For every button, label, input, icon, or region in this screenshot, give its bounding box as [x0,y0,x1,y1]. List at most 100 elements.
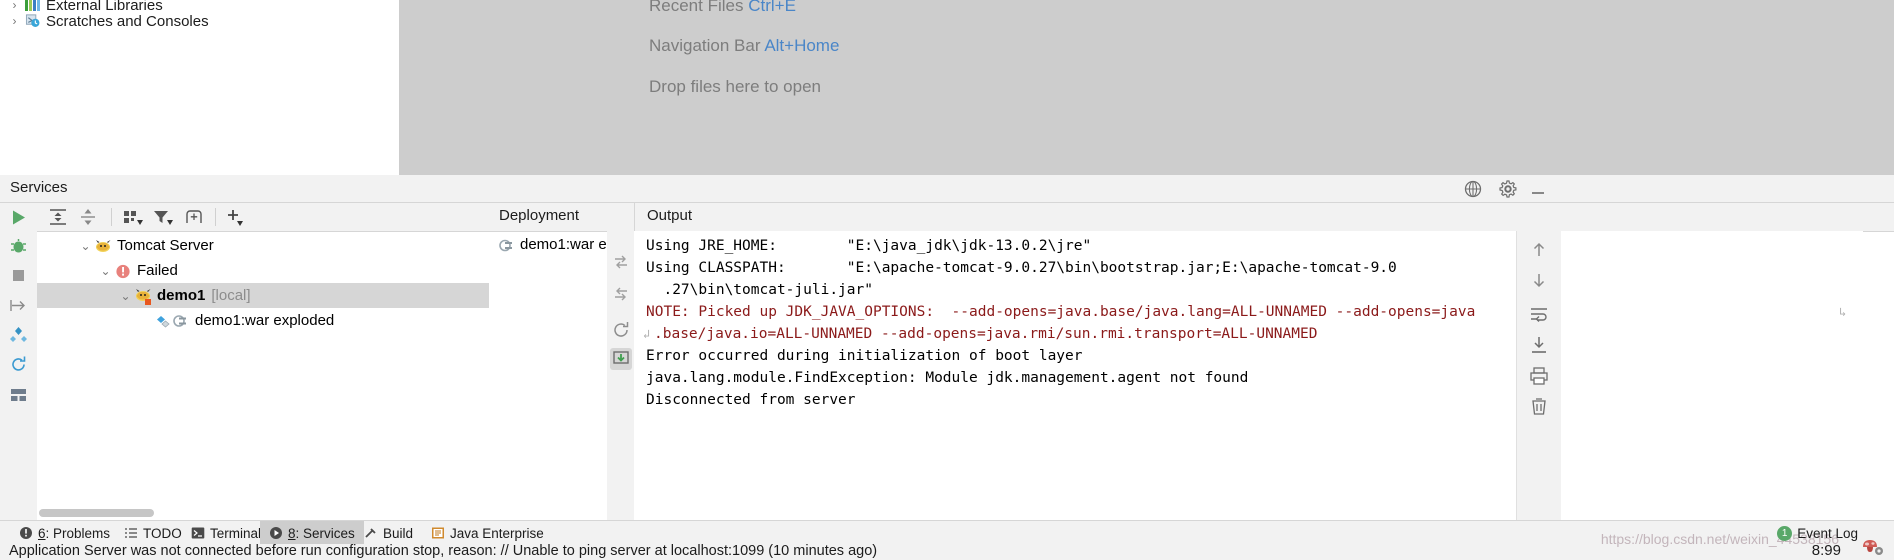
deployment-row-demo1[interactable]: demo1:war exp [497,236,623,253]
top-area: › External Libraries › Scratches and Con… [0,0,1894,176]
scroll-up-icon[interactable] [1528,239,1550,261]
scrollbar-thumb[interactable] [39,509,154,517]
delete-icon[interactable] [1528,395,1550,417]
console-output[interactable]: Using JRE_HOME: "E:\java_jdk\jdk-13.0.2\… [634,231,1863,501]
rerun-icon[interactable] [610,319,632,341]
services-tool-window: Services ⌄ Tomcat Server ⌄ Failed ⌄ demo… [0,175,1894,520]
project-tree-item-label: Scratches and Consoles [46,12,209,30]
console-line: Using CLASSPATH: "E:\apache-tomcat-9.0.2… [646,260,1397,276]
services-tree-rows: ⌄ Tomcat Server ⌄ Failed ⌄ demo1 [local]… [37,231,569,501]
services-tree-toolbar [37,203,489,232]
services-tree-row-suffix: [local] [211,287,251,304]
soft-wrap-icon[interactable] [1528,303,1550,325]
print-icon[interactable] [1528,365,1550,387]
services-tree-hscrollbar[interactable] [37,505,489,520]
console-right-toolbar [1516,231,1561,520]
todo-icon [125,528,137,538]
problems-icon [20,527,32,539]
event-log-button[interactable]: 1 Event Log [1777,526,1858,541]
services-tree-panel: ⌄ Tomcat Server ⌄ Failed ⌄ demo1 [local]… [37,203,569,520]
tab-label: Java Enterprise [450,525,544,541]
group-by-icon[interactable] [121,207,147,227]
jump-to-source-icon[interactable] [610,251,632,273]
console-line: Error occurred during initialization of … [646,348,1083,364]
console-line-note-wrap: .base/java.io=ALL-UNNAMED --add-opens=ja… [654,326,1318,342]
tab-services[interactable]: 8: Services [260,521,364,545]
soft-wrap-marker-icon: ↳ [1839,305,1847,319]
services-tree-row-tomcat-server[interactable]: ⌄ Tomcat Server [37,233,213,258]
help-icon[interactable] [1463,179,1483,199]
tool-window-tabbar: 6: Problems TODO Terminal 8: Services Bu… [0,520,1894,545]
services-tree-row-label: demo1:war exploded [195,312,335,329]
console-line: Using JRE_HOME: "E:\java_jdk\jdk-13.0.2\… [646,238,1092,254]
collapse-all-icon[interactable] [77,207,99,227]
edit-configurations-icon[interactable] [8,324,29,345]
chevron-down-icon[interactable]: ⌄ [77,235,94,257]
output-header-label: Output [647,207,693,224]
output-panel: Output Using JRE_HOME: "E:\java_jdk\jdk-… [634,203,1894,520]
intellij-window: › External Libraries › Scratches and Con… [0,0,1894,560]
scroll-down-icon[interactable] [1528,269,1550,291]
tab-label: : Services [295,525,355,541]
toolbar-separator [215,208,216,226]
tab-problems[interactable]: 6: Problems [10,521,119,545]
terminal-icon [191,527,205,539]
hint-shortcut: Alt+Home [764,36,840,55]
run-icon[interactable] [8,207,29,228]
services-tree-row-label: demo1 [157,287,206,304]
tab-todo[interactable]: TODO [115,521,191,545]
filter-icon[interactable] [151,207,177,227]
chevron-right-icon[interactable]: › [6,10,23,32]
hint-text: Drop files here to open [649,77,821,96]
services-run-toolbar [0,203,38,520]
build-hammer-icon [365,528,376,538]
hint-drop-files: Drop files here to open [649,77,821,97]
tomcat-error-icon [134,288,153,305]
hide-minimize-icon[interactable] [1528,179,1548,199]
hint-recent-files: Recent Files Ctrl+E [649,0,796,16]
tab-terminal[interactable]: Terminal [182,521,270,545]
services-tree-row-war-exploded[interactable]: demo1:war exploded [37,308,334,333]
services-tree-row-label: Failed [137,262,178,279]
console-line: Disconnected from server [646,392,856,408]
grid-view-icon[interactable] [8,385,29,406]
project-tool-window: › External Libraries › Scratches and Con… [0,0,400,176]
scroll-to-end-icon[interactable] [1528,334,1550,356]
add-service-icon[interactable] [224,207,246,227]
add-tab-icon[interactable] [183,207,205,227]
stop-icon[interactable] [8,265,29,286]
services-title: Services [10,179,68,196]
hint-navigation-bar: Navigation Bar Alt+Home [649,36,839,56]
status-message: Application Server was not connected bef… [9,543,878,559]
tab-label: : Problems [45,525,111,541]
event-log-label: Event Log [1797,526,1858,541]
java-enterprise-icon [432,527,444,539]
tab-label: Terminal [210,525,262,541]
event-log-count-badge: 1 [1777,526,1793,541]
debug-icon[interactable] [8,236,29,257]
console-line-note: NOTE: Picked up JDK_JAVA_OPTIONS: --add-… [646,304,1476,320]
editor-drop-area[interactable]: Recent Files Ctrl+E Navigation Bar Alt+H… [399,0,1894,176]
deployment-header-label: Deployment [499,207,580,224]
services-icon [270,527,282,539]
expand-all-icon[interactable] [47,207,69,227]
services-tree-row-failed[interactable]: ⌄ Failed [37,258,178,283]
settings-gear-icon[interactable] [1498,179,1518,199]
clock-label: 8:99 [1811,542,1841,559]
tab-java-enterprise[interactable]: Java Enterprise [422,521,553,545]
chevron-down-icon[interactable]: ⌄ [97,260,114,282]
toolbar-separator [111,208,112,226]
services-header: Services [0,175,1894,203]
tab-build[interactable]: Build [355,521,422,545]
mushroom-icon[interactable] [1860,538,1886,556]
scratches-icon [23,13,43,29]
soft-wrap-marker-icon: ↲ [643,327,651,341]
refresh-icon[interactable] [8,354,29,375]
redeploy-icon[interactable] [610,348,632,370]
tab-mnemonic: 6 [38,525,46,541]
back-arrow-icon[interactable] [610,283,632,305]
console-line: java.lang.module.FindException: Module j… [646,370,1249,386]
deploy-icon[interactable] [8,295,29,316]
chevron-down-icon[interactable]: ⌄ [117,285,134,307]
project-tree-item-scratches[interactable]: › Scratches and Consoles [6,10,209,32]
